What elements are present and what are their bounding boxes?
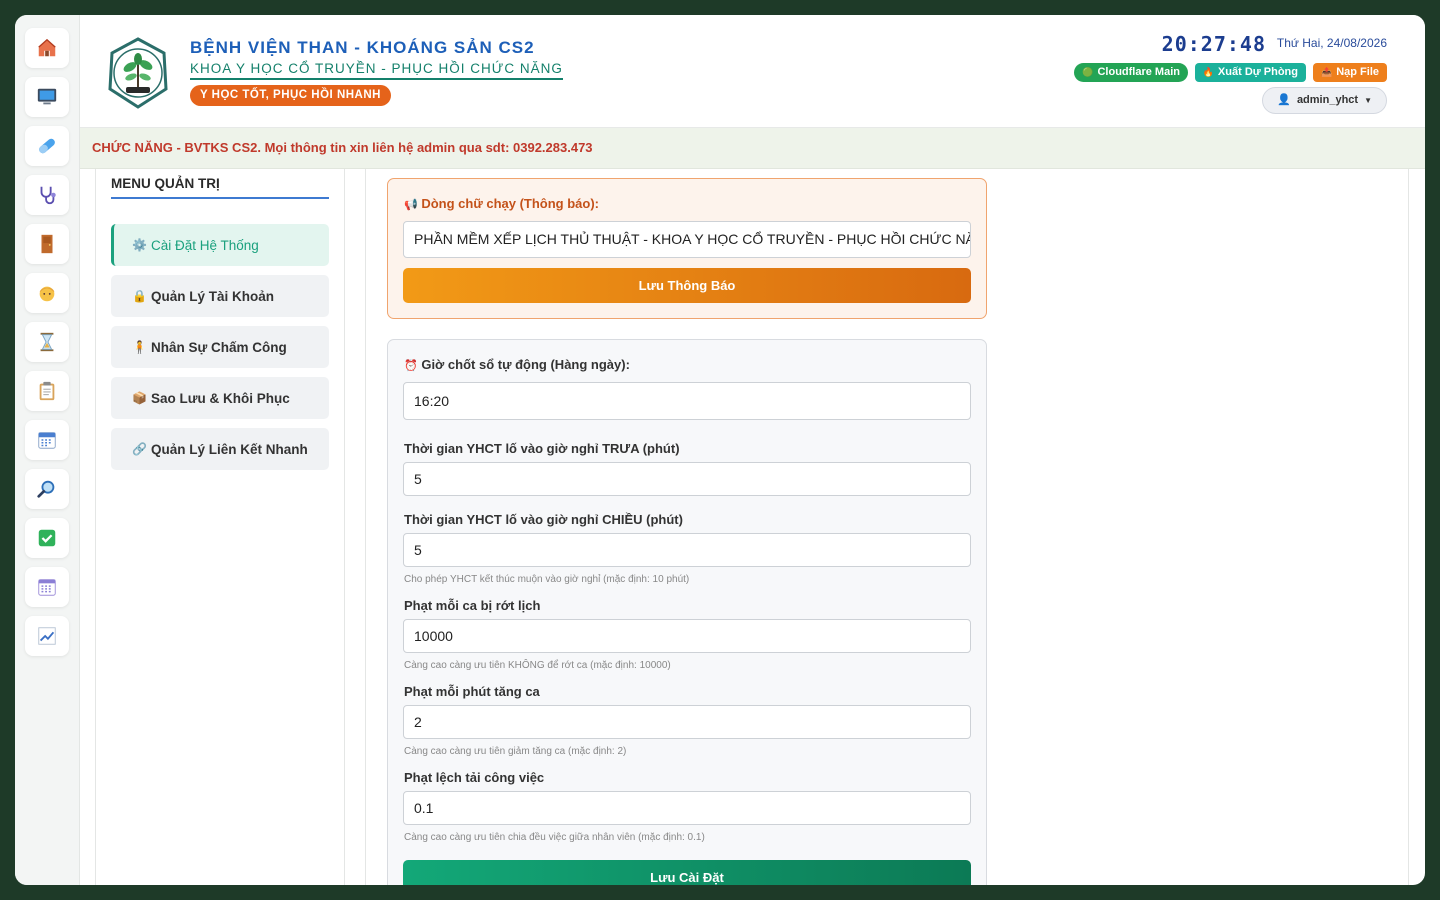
date-label: Thứ Hai, 24/08/2026: [1276, 36, 1387, 50]
hourglass-icon: [40, 332, 54, 352]
slogan-badge: Y HỌC TỐT, PHỤC HỒI NHANH: [190, 85, 391, 106]
search-button[interactable]: [25, 469, 69, 509]
load-file-label: Nạp File: [1336, 66, 1379, 78]
pill-icon: [39, 138, 55, 154]
chart-icon: [38, 627, 56, 645]
notice-text-input[interactable]: PHẦN MỀM XẾP LỊCH THỦ THUẬT - KHOA Y HỌC…: [403, 221, 971, 258]
link-icon: 🔗: [132, 442, 147, 456]
upload-icon: 📤: [1320, 67, 1333, 77]
door-icon: [41, 234, 53, 254]
menu-item-label: Quản Lý Tài Khoản: [151, 288, 275, 304]
icon-sidebar: [15, 15, 80, 885]
overtime-penalty-hint: Càng cao càng ưu tiên giảm tăng ca (mặc …: [404, 746, 627, 757]
afternoon-overrun-input[interactable]: 5: [403, 533, 971, 567]
calendar-icon: [38, 432, 56, 449]
save-settings-button[interactable]: Lưu Cài Đặt: [403, 860, 971, 885]
face-icon: [39, 286, 55, 302]
check-button[interactable]: [25, 518, 69, 558]
fire-icon: 🔥: [1202, 67, 1214, 77]
user-icon: 👤: [1277, 94, 1291, 106]
notice-marquee: CHỨC NĂNG - BVTKS CS2. Mọi thông tin xin…: [80, 128, 1425, 169]
menu-item-system-settings[interactable]: ⚙️ Cài Đặt Hệ Thống: [111, 224, 329, 266]
export-backup-button[interactable]: 🔥 Xuất Dự Phòng: [1194, 63, 1306, 82]
app-header: BỆNH VIỆN THAN - KHOÁNG SẢN CS2 KHOA Y H…: [80, 15, 1425, 128]
pill-button[interactable]: [25, 126, 69, 166]
house-icon: [38, 38, 56, 57]
imbalance-penalty-label: Phạt lệch tải công việc: [404, 770, 545, 785]
notice-card: 📢 Dòng chữ chạy (Thông báo): PHẦN MỀM XẾ…: [387, 178, 987, 319]
cloudflare-main-label: Cloudflare Main: [1097, 66, 1180, 78]
noon-overrun-input[interactable]: 5: [403, 462, 971, 496]
imbalance-penalty-input[interactable]: 0.1: [403, 791, 971, 825]
alarm-clock-icon: ⏰: [404, 360, 418, 372]
drop-penalty-input[interactable]: 10000: [403, 619, 971, 653]
lock-icon: 🔒: [132, 289, 147, 303]
face-button[interactable]: [25, 273, 69, 313]
user-menu-button[interactable]: 👤 admin_yhct ▼: [1262, 87, 1387, 114]
hourglass-button[interactable]: [25, 322, 69, 362]
settings-content: 📢 Dòng chữ chạy (Thông báo): PHẦN MỀM XẾ…: [365, 169, 1409, 885]
imbalance-penalty-hint: Càng cao càng ưu tiên chia đều việc giữa…: [404, 832, 705, 843]
menu-item-account-management[interactable]: 🔒 Quản Lý Tài Khoản: [111, 275, 329, 317]
overrun-hint: Cho phép YHCT kết thúc muộn vào giờ nghỉ…: [404, 574, 690, 585]
package-icon: 📦: [132, 391, 147, 405]
schedule-button[interactable]: [25, 567, 69, 607]
gear-icon: ⚙️: [132, 238, 147, 252]
marquee-text: CHỨC NĂNG - BVTKS CS2. Mọi thông tin xin…: [92, 140, 593, 155]
drop-penalty-label: Phạt mỗi ca bị rớt lịch: [404, 598, 541, 613]
notice-label: 📢 Dòng chữ chạy (Thông báo):: [404, 196, 600, 211]
hospital-name: BỆNH VIỆN THAN - KHOÁNG SẢN CS2: [190, 38, 535, 57]
stethoscope-button[interactable]: [25, 175, 69, 215]
menu-item-backup-restore[interactable]: 📦 Sao Lưu & Khôi Phục: [111, 377, 329, 419]
menu-item-label: Nhân Sự Chấm Công: [151, 339, 287, 355]
menu-item-label: Sao Lưu & Khôi Phục: [151, 390, 290, 406]
settings-card: ⏰ Giờ chốt sổ tự động (Hàng ngày): 16:20…: [387, 339, 987, 885]
cloudflare-main-button[interactable]: 🟢 Cloudflare Main: [1074, 63, 1188, 82]
calendar-grid-icon: [38, 579, 56, 596]
hospital-logo: [108, 37, 168, 109]
menu-item-quick-links[interactable]: 🔗 Quản Lý Liên Kết Nhanh: [111, 428, 329, 470]
megaphone-icon: 📢: [404, 199, 418, 211]
clipboard-icon: [39, 381, 55, 401]
afternoon-overrun-label: Thời gian YHCT lố vào giờ nghỉ CHIỀU (ph…: [404, 512, 683, 527]
admin-menu-panel: MENU QUẢN TRỊ ⚙️ Cài Đặt Hệ Thống 🔒 Quản…: [95, 169, 345, 885]
chevron-down-icon: ▼: [1364, 96, 1372, 105]
overtime-penalty-input[interactable]: 2: [403, 705, 971, 739]
monitor-icon: [37, 88, 57, 105]
status-dot-icon: 🟢: [1082, 67, 1094, 77]
admin-menu-title: MENU QUẢN TRỊ: [111, 176, 329, 199]
overtime-penalty-label: Phạt mỗi phút tăng ca: [404, 684, 540, 699]
clock: 20:27:48: [1161, 32, 1266, 56]
noon-overrun-label: Thời gian YHCT lố vào giờ nghỉ TRƯA (phú…: [404, 441, 680, 456]
save-notice-button[interactable]: Lưu Thông Báo: [403, 268, 971, 303]
stethoscope-icon: [40, 186, 56, 205]
person-icon: 🧍: [132, 340, 147, 354]
home-button[interactable]: [25, 28, 69, 68]
department-name: KHOA Y HỌC CỔ TRUYỀN - PHỤC HỒI CHỨC NĂN…: [190, 61, 563, 80]
monitor-button[interactable]: [25, 77, 69, 117]
clipboard-button[interactable]: [25, 371, 69, 411]
load-file-button[interactable]: 📤 Nạp File: [1312, 63, 1387, 82]
drop-penalty-hint: Càng cao càng ưu tiên KHÔNG để rớt ca (m…: [404, 660, 671, 671]
magnifier-icon: [37, 480, 55, 498]
app-window: BỆNH VIỆN THAN - KHOÁNG SẢN CS2 KHOA Y H…: [15, 15, 1425, 885]
username: admin_yhct: [1296, 94, 1359, 106]
door-button[interactable]: [25, 224, 69, 264]
checkbox-icon: [38, 529, 56, 547]
menu-item-staff-attendance[interactable]: 🧍 Nhân Sự Chấm Công: [111, 326, 329, 368]
menu-item-label: Cài Đặt Hệ Thống: [151, 237, 259, 253]
calendar-button[interactable]: [25, 420, 69, 460]
auto-close-time-input[interactable]: 16:20: [403, 382, 971, 420]
menu-item-label: Quản Lý Liên Kết Nhanh: [151, 441, 308, 457]
export-backup-label: Xuất Dự Phòng: [1217, 66, 1298, 78]
auto-close-label: ⏰ Giờ chốt sổ tự động (Hàng ngày):: [404, 357, 630, 372]
chart-button[interactable]: [25, 616, 69, 656]
